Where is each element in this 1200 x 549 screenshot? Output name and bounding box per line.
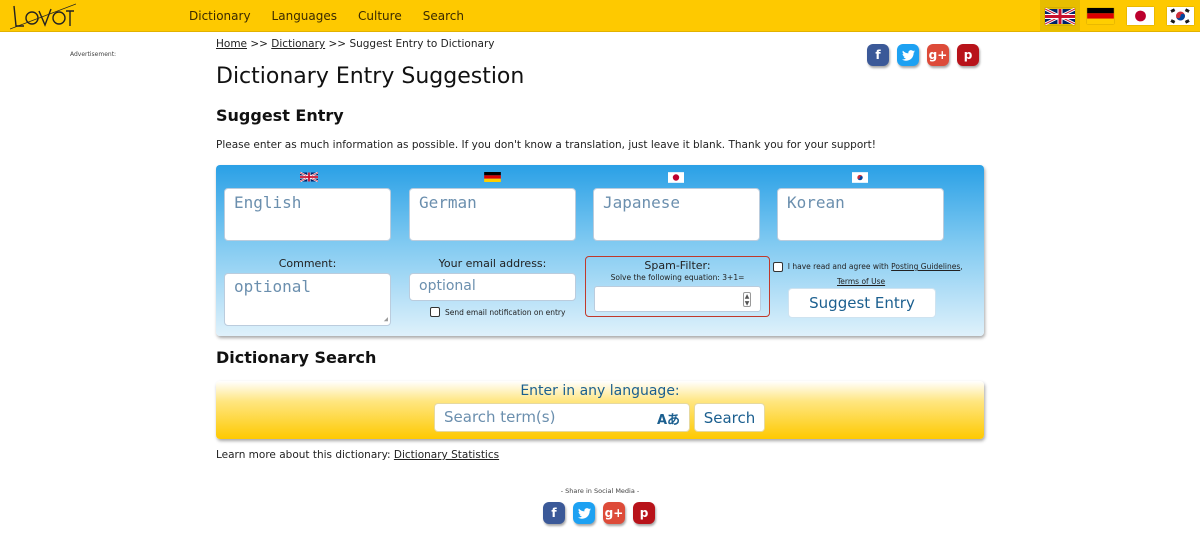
- flag-kr-icon: [1166, 7, 1194, 25]
- dictionary-search-form: Enter in any language: Search term(s) Aあ…: [216, 381, 984, 439]
- search-label: Enter in any language:: [520, 383, 680, 399]
- flag-kr-icon: [852, 172, 868, 183]
- german-input[interactable]: German: [409, 188, 576, 241]
- search-input[interactable]: Search term(s) Aあ: [434, 403, 690, 432]
- pinterest-share-button[interactable]: p: [957, 44, 979, 66]
- lang-japanese[interactable]: [1120, 0, 1160, 32]
- spam-filter-question: Solve the following equation: 3+1=: [610, 273, 745, 282]
- learn-more-text: Learn more about this dictionary:: [216, 449, 394, 461]
- english-input[interactable]: English: [224, 188, 391, 241]
- twitter-icon: [901, 49, 915, 61]
- learn-more: Learn more about this dictionary: Dictio…: [216, 449, 499, 461]
- flag-uk-icon: [1045, 7, 1075, 25]
- posting-guidelines-link[interactable]: Posting Guidelines: [891, 262, 960, 271]
- nav-languages[interactable]: Languages: [272, 9, 337, 23]
- page-title: Dictionary Entry Suggestion: [216, 64, 525, 89]
- site-logo[interactable]: [10, 2, 76, 30]
- terms-of-use-link[interactable]: Terms of Use: [837, 277, 885, 286]
- dictionary-search-heading: Dictionary Search: [216, 348, 377, 367]
- breadcrumb-current: Suggest Entry to Dictionary: [349, 38, 495, 50]
- search-placeholder: Search term(s): [444, 408, 556, 426]
- terms-text: I have read and agree with: [787, 262, 889, 271]
- facebook-icon: f: [551, 506, 557, 520]
- number-spinner-icon[interactable]: ▲ ▼: [743, 292, 751, 307]
- terms-checkbox[interactable]: [773, 262, 783, 272]
- nav-search[interactable]: Search: [423, 9, 464, 23]
- spam-answer-input[interactable]: ▲ ▼: [594, 286, 761, 312]
- lang-german[interactable]: [1080, 0, 1120, 32]
- flag-de-icon: [1086, 8, 1114, 24]
- japanese-input[interactable]: Japanese: [593, 188, 760, 241]
- korean-input[interactable]: Korean: [777, 188, 944, 241]
- email-input[interactable]: optional: [409, 273, 576, 301]
- breadcrumb: Home >> Dictionary >> Suggest Entry to D…: [216, 38, 494, 50]
- googleplus-share-button[interactable]: g+: [927, 44, 949, 66]
- breadcrumb-dictionary[interactable]: Dictionary: [271, 38, 325, 50]
- flag-de-icon: [484, 172, 501, 182]
- facebook-icon: f: [875, 48, 881, 62]
- twitter-share-button[interactable]: [897, 44, 919, 66]
- nav-dictionary[interactable]: Dictionary: [189, 9, 251, 23]
- spam-filter: Spam-Filter: Solve the following equatio…: [585, 256, 770, 317]
- breadcrumb-separator: >>: [325, 38, 350, 50]
- suggest-entry-heading: Suggest Entry: [216, 106, 344, 125]
- flag-jp-icon: [668, 172, 684, 183]
- suggest-entry-button[interactable]: Suggest Entry: [788, 288, 936, 318]
- facebook-share-button[interactable]: f: [543, 502, 565, 524]
- facebook-share-button[interactable]: f: [867, 44, 889, 66]
- nav-culture[interactable]: Culture: [358, 9, 402, 23]
- flag-uk-icon: [300, 172, 318, 182]
- breadcrumb-home[interactable]: Home: [216, 38, 247, 50]
- social-share-top: f g+ p: [867, 44, 979, 66]
- top-bar: Dictionary Languages Culture Search: [0, 0, 1200, 32]
- language-switcher: [1040, 0, 1200, 32]
- search-button[interactable]: Search: [694, 403, 765, 432]
- comment-placeholder: optional: [234, 277, 312, 296]
- googleplus-icon: g+: [604, 506, 624, 520]
- twitter-icon: [577, 507, 591, 519]
- notify-checkbox[interactable]: [430, 307, 440, 317]
- intro-text: Please enter as much information as poss…: [216, 139, 876, 151]
- input-language-icon[interactable]: Aあ: [657, 409, 680, 428]
- lang-english[interactable]: [1040, 0, 1080, 32]
- notify-label: Send email notification on entry: [445, 307, 566, 317]
- googleplus-icon: g+: [928, 48, 948, 62]
- pinterest-icon: p: [963, 48, 973, 62]
- lang-korean[interactable]: [1160, 0, 1200, 32]
- comment-label: Comment:: [278, 257, 337, 270]
- terms-agreement: I have read and agree with Posting Guide…: [773, 259, 963, 289]
- twitter-share-button[interactable]: [573, 502, 595, 524]
- pinterest-icon: p: [639, 506, 649, 520]
- notify-option: Send email notification on entry: [430, 307, 565, 317]
- dictionary-statistics-link[interactable]: Dictionary Statistics: [394, 449, 499, 461]
- terms-comma: ,: [960, 262, 963, 271]
- main-nav: Dictionary Languages Culture Search: [189, 0, 485, 32]
- share-label: - Share in Social Media -: [560, 487, 640, 495]
- social-share-bottom: f g+ p: [543, 502, 655, 524]
- comment-textarea[interactable]: optional ◢: [224, 273, 391, 326]
- spam-filter-title: Spam-Filter:: [644, 259, 711, 272]
- googleplus-share-button[interactable]: g+: [603, 502, 625, 524]
- resize-handle-icon[interactable]: ◢: [384, 315, 388, 323]
- suggest-entry-form: English German Japanese Korean Comment: …: [216, 165, 984, 336]
- advertisement-label: Advertisement:: [70, 51, 117, 58]
- pinterest-share-button[interactable]: p: [633, 502, 655, 524]
- email-label: Your email address:: [438, 257, 547, 270]
- flag-jp-icon: [1126, 7, 1154, 25]
- breadcrumb-separator: >>: [247, 38, 272, 50]
